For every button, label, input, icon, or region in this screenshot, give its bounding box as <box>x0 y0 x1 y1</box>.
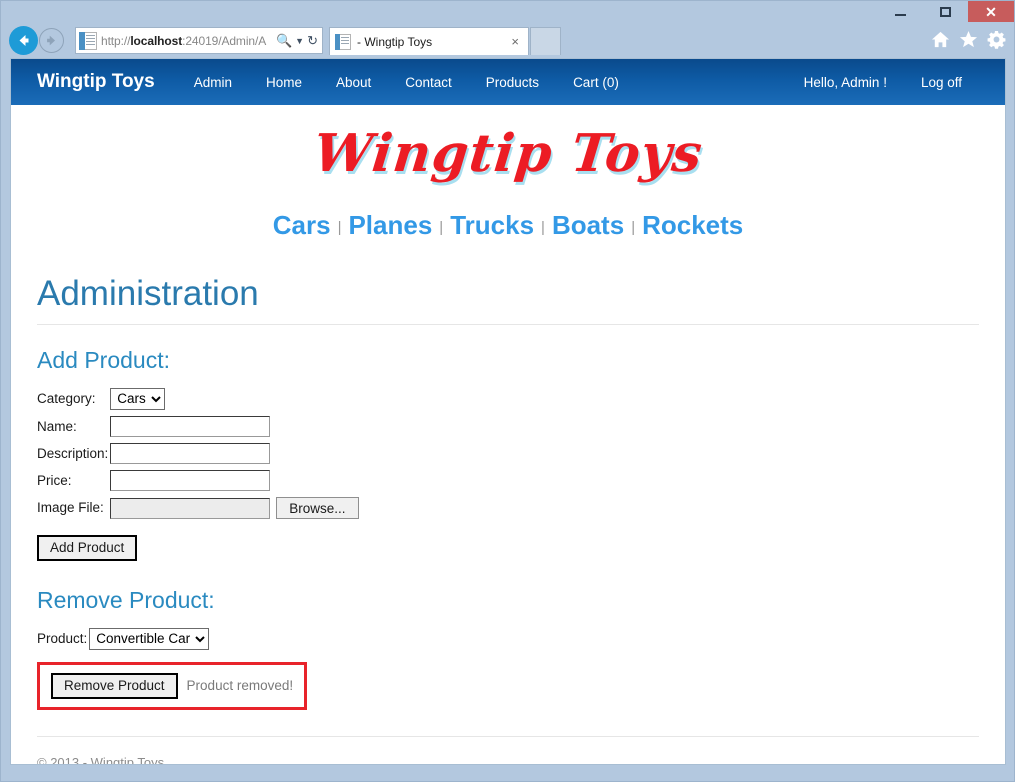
favorites-icon[interactable] <box>959 30 978 49</box>
search-icon[interactable]: 🔍 <box>276 33 292 49</box>
nav-user-area: Hello, Admin ! Log off <box>787 75 979 90</box>
nav-item-home[interactable]: Home <box>249 75 319 90</box>
nav-item-cart[interactable]: Cart (0) <box>556 75 636 90</box>
add-product-heading: Add Product: <box>37 346 170 373</box>
category-link-trucks[interactable]: Trucks <box>446 210 538 240</box>
site-brand[interactable]: Wingtip Toys <box>37 71 155 93</box>
category-separator: | <box>541 219 545 236</box>
remove-product-heading: Remove Product: <box>37 586 215 613</box>
user-greeting[interactable]: Hello, Admin ! <box>787 75 904 90</box>
browser-tab[interactable]: - Wingtip Toys × <box>329 27 529 55</box>
close-button[interactable]: ✕ <box>968 1 1014 22</box>
address-bar-icons: 🔍 ▼ ↻ <box>273 33 322 49</box>
new-tab-button[interactable] <box>530 27 561 55</box>
back-arrow-icon <box>19 35 29 46</box>
image-file-input[interactable] <box>110 497 271 519</box>
minimize-icon <box>895 13 906 16</box>
form-row-image: Image File: Browse... <box>37 496 359 525</box>
page-viewport: Wingtip Toys Admin Home About Contact Pr… <box>10 58 1006 765</box>
tab-title: - Wingtip Toys <box>357 34 433 49</box>
category-link-cars[interactable]: Cars <box>269 210 335 240</box>
product-label: Product: <box>37 631 88 646</box>
form-row-product: Product: Convertible Car <box>37 627 210 656</box>
category-select[interactable]: Cars <box>110 387 166 410</box>
wingtip-toys-logo: Wingtip Toys <box>310 123 706 184</box>
settings-gear-icon[interactable] <box>987 30 1006 49</box>
form-row-description: Description: <box>37 442 359 470</box>
minimize-button[interactable] <box>878 1 923 22</box>
add-product-button-row: Add Product <box>37 534 979 561</box>
image-file-label: Image File: <box>37 500 104 515</box>
form-row-name: Name: <box>37 415 359 443</box>
nav-links: Admin Home About Contact Products Cart (… <box>177 75 636 90</box>
form-row-category: Category: Cars <box>37 387 359 416</box>
maximize-button[interactable] <box>923 1 968 22</box>
category-separator: | <box>439 219 444 236</box>
nav-item-admin[interactable]: Admin <box>177 75 249 90</box>
title-bar: ✕ <box>1 1 1014 23</box>
add-product-button[interactable]: Add Product <box>37 534 138 561</box>
nav-item-products[interactable]: Products <box>469 75 556 90</box>
description-label: Description: <box>37 445 109 461</box>
forward-arrow-icon <box>47 35 56 46</box>
back-button[interactable] <box>9 26 38 55</box>
status-message: Product removed! <box>186 678 294 693</box>
name-input[interactable] <box>110 415 271 437</box>
price-label: Price: <box>37 472 72 488</box>
category-link-rockets[interactable]: Rockets <box>638 210 747 240</box>
tab-favicon-icon <box>335 33 351 50</box>
page-title: Administration <box>37 274 259 313</box>
category-separator: | <box>337 219 342 236</box>
footer-text: © 2013 - Wingtip Toys <box>37 754 165 765</box>
remove-product-button[interactable]: Remove Product <box>51 672 178 699</box>
close-icon: ✕ <box>985 3 997 20</box>
footer-divider <box>37 735 979 737</box>
description-input[interactable] <box>110 442 271 464</box>
address-url: http://localhost:24019/Admin/A <box>101 33 267 48</box>
page-content: Administration Add Product: Category: Ca… <box>11 247 1005 765</box>
remove-product-highlight-box: Remove Product Product removed! <box>37 661 308 710</box>
browser-window: ✕ http://localhost:24019/Admin/A 🔍 ▼ ↻ -… <box>0 0 1015 782</box>
category-links: Cars | Planes | Trucks | Boats | Rockets <box>11 188 1005 247</box>
price-input[interactable] <box>110 469 271 491</box>
logo-area: Wingtip Toys <box>11 105 1005 188</box>
address-bar[interactable]: http://localhost:24019/Admin/A 🔍 ▼ ↻ <box>75 27 323 54</box>
browse-button[interactable]: Browse... <box>276 496 359 519</box>
title-divider <box>37 323 979 325</box>
maximize-icon <box>940 6 951 17</box>
browser-toolbar: http://localhost:24019/Admin/A 🔍 ▼ ↻ - W… <box>1 23 1014 58</box>
tab-strip: - Wingtip Toys × <box>329 27 561 55</box>
product-select[interactable]: Convertible Car <box>89 627 210 650</box>
home-icon[interactable] <box>931 30 950 49</box>
refresh-icon[interactable]: ↻ <box>307 33 318 49</box>
forward-button[interactable] <box>39 28 64 53</box>
category-link-boats[interactable]: Boats <box>548 210 628 240</box>
chevron-down-icon[interactable]: ▼ <box>295 36 304 46</box>
category-separator: | <box>631 219 636 236</box>
nav-item-about[interactable]: About <box>319 75 388 90</box>
remove-product-form: Product: Convertible Car <box>37 627 210 656</box>
add-product-form: Category: Cars Name: Description: Price:… <box>37 387 359 525</box>
page-favicon-icon <box>79 31 97 50</box>
category-label: Category: <box>37 391 96 406</box>
browser-tool-icons <box>931 30 1006 49</box>
logoff-link[interactable]: Log off <box>904 75 979 90</box>
category-link-planes[interactable]: Planes <box>344 210 436 240</box>
form-row-price: Price: <box>37 469 359 497</box>
nav-item-contact[interactable]: Contact <box>388 75 469 90</box>
name-label: Name: <box>37 418 77 434</box>
tab-close-icon[interactable]: × <box>507 34 523 49</box>
site-navigation: Wingtip Toys Admin Home About Contact Pr… <box>11 59 1005 105</box>
